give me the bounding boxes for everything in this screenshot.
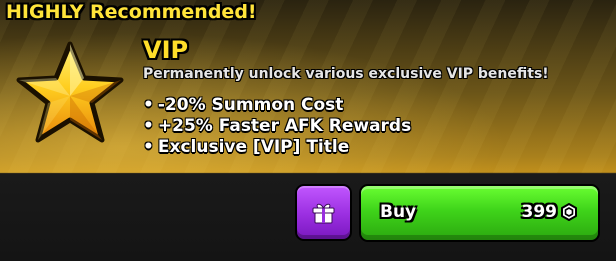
- gift-button[interactable]: [295, 184, 352, 241]
- benefit-item: • -20% Summon Cost: [143, 95, 411, 116]
- gift-icon: [312, 203, 335, 224]
- offer-title: VIP: [143, 36, 189, 64]
- benefit-item: • +25% Faster AFK Rewards: [143, 116, 411, 137]
- bullet: •: [143, 95, 154, 115]
- benefit-text: -20% Summon Cost: [157, 95, 344, 115]
- banner-text: HIGHLY Recommended!: [6, 1, 257, 23]
- benefit-item: • Exclusive [VIP] Title: [143, 137, 411, 158]
- recommended-banner: HIGHLY Recommended!: [0, 0, 616, 30]
- offer-subtitle: Permanently unlock various exclusive VIP…: [143, 66, 549, 82]
- benefit-text: +25% Faster AFK Rewards: [157, 116, 412, 136]
- vip-offer-card: HIGHLY Recommended! VIP Permanently unlo…: [0, 0, 616, 261]
- star-icon: [16, 41, 124, 143]
- price: 399: [522, 202, 579, 222]
- buy-button[interactable]: Buy 399: [359, 184, 600, 242]
- bullet: •: [143, 137, 154, 157]
- benefit-text: Exclusive [VIP] Title: [157, 137, 350, 157]
- benefits-list: • -20% Summon Cost • +25% Faster AFK Rewar…: [143, 95, 411, 158]
- price-value: 399: [521, 202, 558, 222]
- robux-icon: [561, 203, 577, 221]
- buy-label: Buy: [380, 202, 417, 222]
- bullet: •: [143, 116, 154, 136]
